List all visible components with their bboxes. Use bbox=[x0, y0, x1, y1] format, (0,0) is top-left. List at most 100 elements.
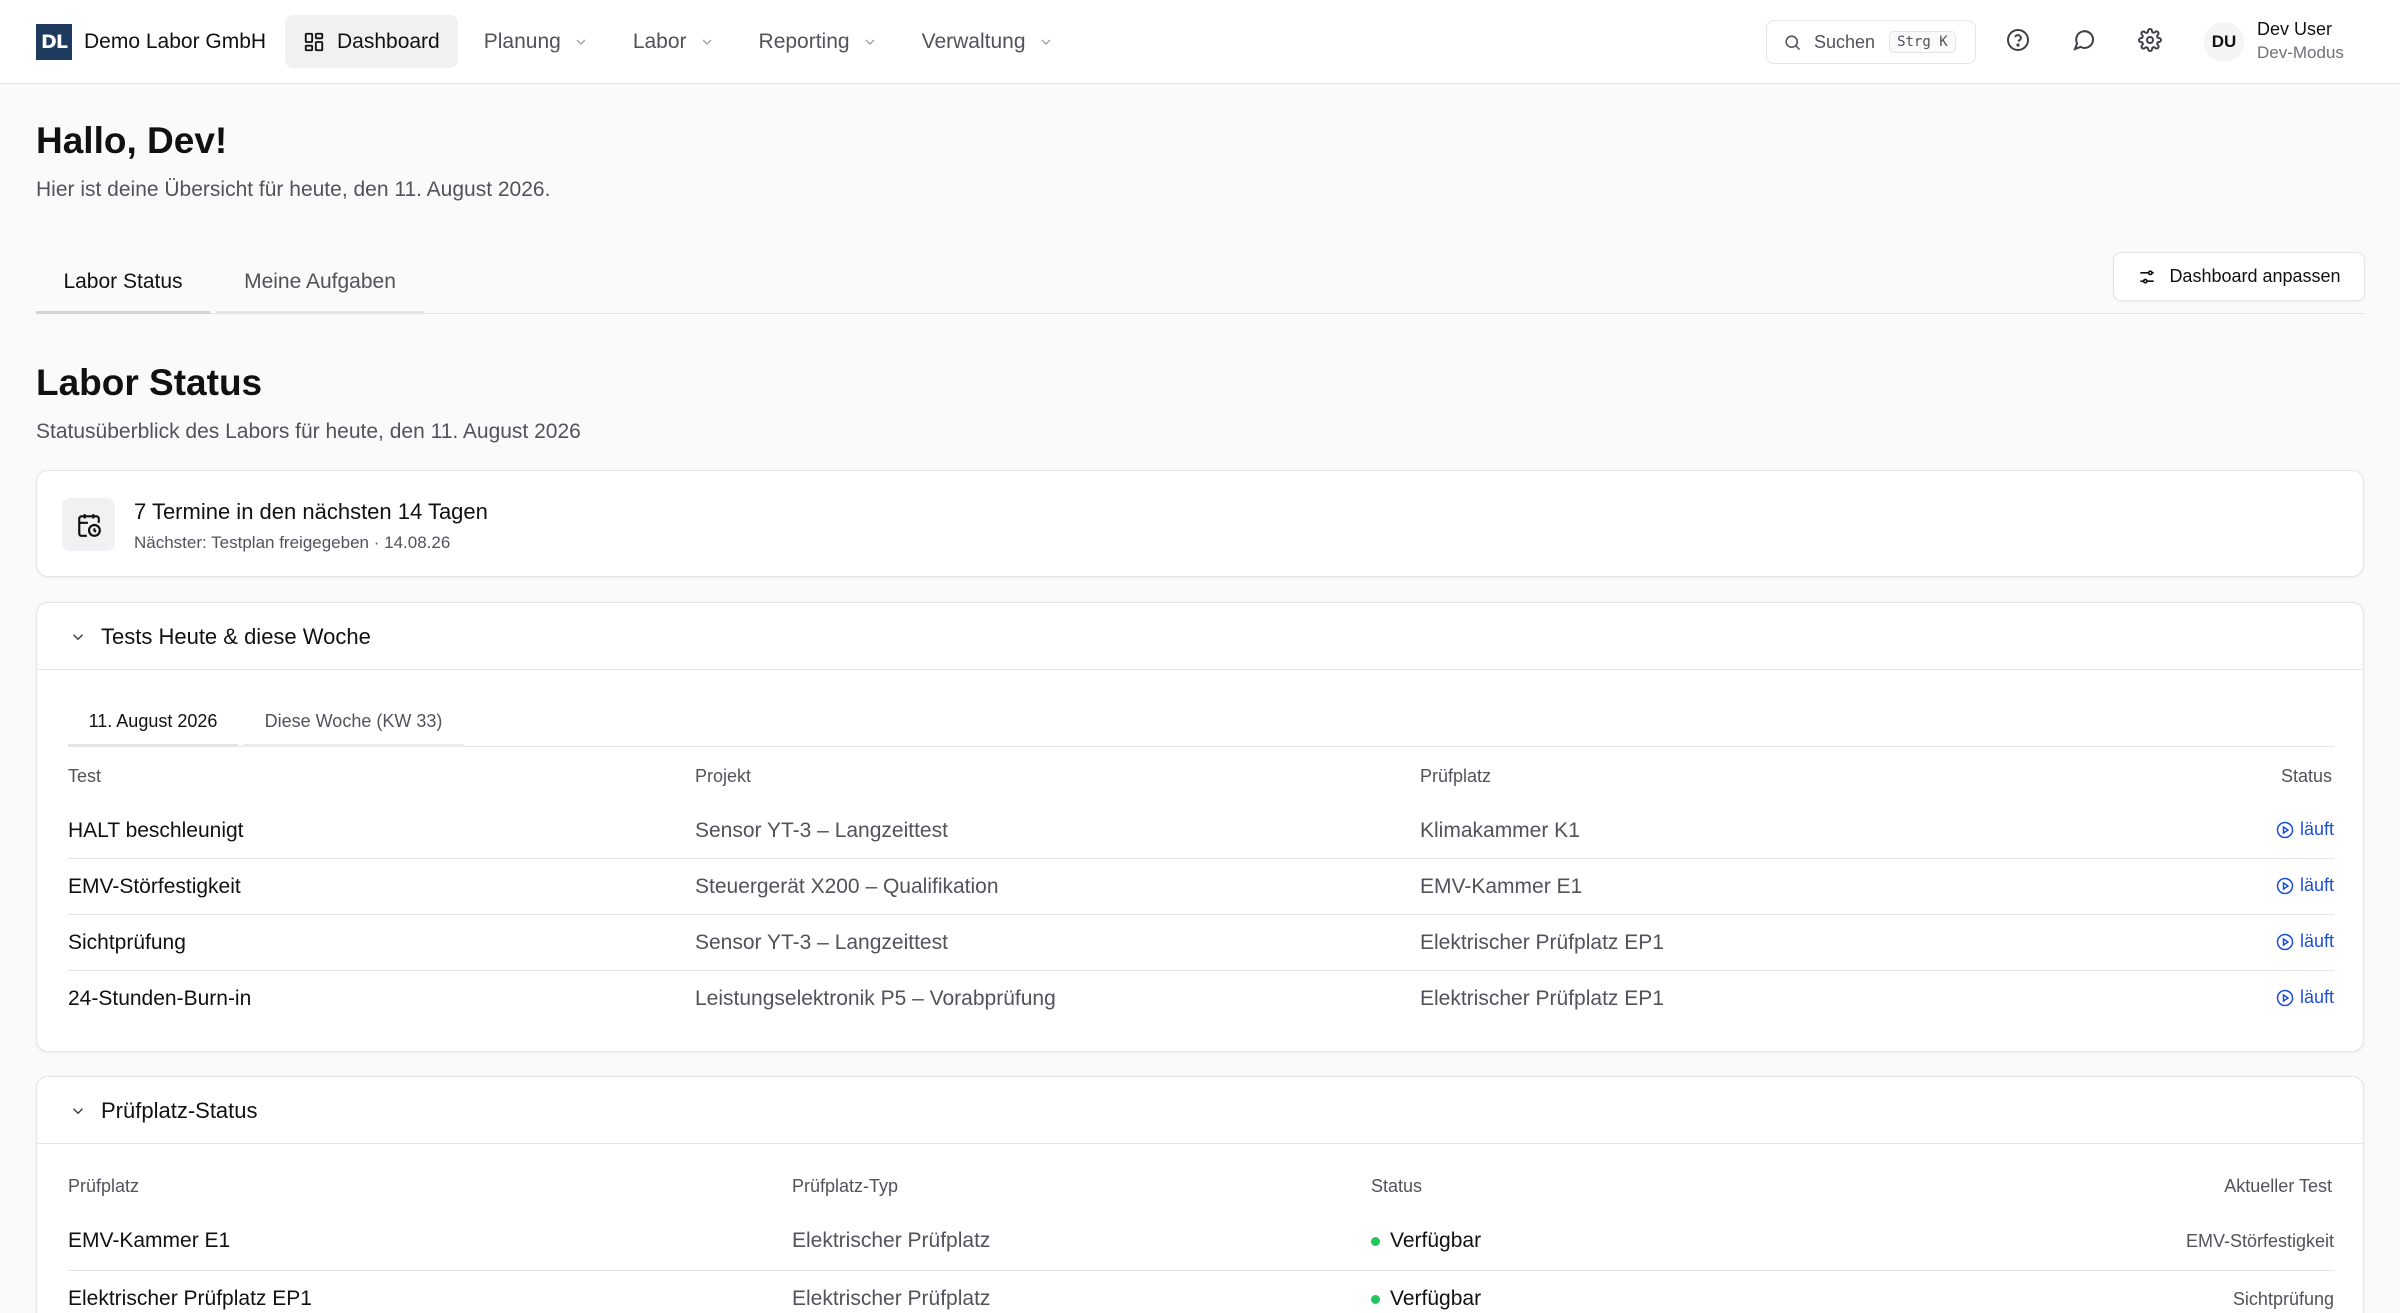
nav-item-label: Labor bbox=[632, 29, 687, 53]
stations-card-header[interactable]: Prüfplatz-Status bbox=[37, 1077, 2363, 1144]
status-badge[interactable]: läuft bbox=[2276, 987, 2334, 1008]
tab-this-week[interactable]: Diese Woche (KW 33) bbox=[243, 699, 464, 747]
test-name: EMV-Störfestigkeit bbox=[68, 875, 241, 898]
help-circle-icon bbox=[2006, 28, 2030, 57]
chevron-down-icon bbox=[862, 34, 878, 50]
column-header-current-test[interactable]: Aktueller Test bbox=[2224, 1176, 2332, 1197]
test-station: EMV-Kammer E1 bbox=[1420, 875, 1583, 898]
customize-dashboard-label: Dashboard anpassen bbox=[2169, 266, 2341, 286]
status-label: Verfügbar bbox=[1390, 1229, 1482, 1252]
brand-logo: DL bbox=[36, 24, 72, 60]
status-badge[interactable]: läuft bbox=[2276, 819, 2334, 840]
dashboard-tabs: Labor Status Meine Aufgaben bbox=[36, 252, 2364, 314]
appointments-next: Nächster: Testplan freigegeben · 14.08.2… bbox=[134, 533, 451, 552]
appointments-title: 7 Termine in den nächsten 14 Tagen bbox=[134, 499, 488, 524]
nav-item-reporting[interactable]: Reporting bbox=[741, 15, 896, 68]
column-header-status[interactable]: Status bbox=[2281, 766, 2332, 787]
tab-meine-aufgaben[interactable]: Meine Aufgaben bbox=[216, 252, 424, 314]
help-button[interactable] bbox=[2001, 25, 2035, 59]
top-navigation-bar: DL Demo Labor GmbH Dashboard Planung Lab… bbox=[0, 0, 2400, 84]
column-header-status[interactable]: Status bbox=[1371, 1176, 1422, 1197]
nav-item-planung[interactable]: Planung bbox=[466, 15, 607, 68]
status-label: läuft bbox=[2299, 819, 2334, 839]
message-circle-icon bbox=[2072, 28, 2096, 57]
chevron-down-icon bbox=[1038, 34, 1054, 50]
chevron-down-icon bbox=[573, 34, 589, 50]
status-label: läuft bbox=[2299, 931, 2334, 951]
test-name: HALT beschleunigt bbox=[68, 819, 244, 842]
calendar-clock-icon bbox=[62, 498, 115, 551]
status-badge: Verfügbar bbox=[1371, 1287, 1481, 1311]
settings-button[interactable] bbox=[2133, 25, 2167, 59]
test-project: Sensor YT-3 – Langzeittest bbox=[695, 931, 948, 954]
status-label: Verfügbar bbox=[1390, 1287, 1482, 1310]
nav-item-labor[interactable]: Labor bbox=[615, 15, 733, 68]
column-header-station[interactable]: Prüfplatz bbox=[68, 1176, 139, 1197]
table-row[interactable]: 24-Stunden-Burn-in Leistungselektronik P… bbox=[68, 971, 2334, 1027]
station-name: Elektrischer Prüfplatz EP1 bbox=[68, 1287, 312, 1310]
test-project: Steuergerät X200 – Qualifikation bbox=[695, 875, 999, 898]
tests-card-header[interactable]: Tests Heute & diese Woche bbox=[37, 603, 2363, 670]
test-name: 24-Stunden-Burn-in bbox=[68, 987, 252, 1010]
search-label: Suchen bbox=[1814, 31, 1876, 52]
table-row[interactable]: HALT beschleunigt Sensor YT-3 – Langzeit… bbox=[68, 803, 2334, 859]
messages-button[interactable] bbox=[2067, 25, 2101, 59]
play-circle-icon bbox=[2276, 877, 2294, 895]
avatar[interactable]: DU bbox=[2204, 22, 2244, 62]
status-label: läuft bbox=[2299, 875, 2334, 895]
status-label: läuft bbox=[2299, 987, 2334, 1007]
user-name: Dev User bbox=[2257, 19, 2333, 39]
user-menu[interactable]: Dev User Dev-Modus bbox=[2257, 19, 2344, 63]
tests-card: Tests Heute & diese Woche 11. August 202… bbox=[36, 602, 2364, 1052]
user-mode: Dev-Modus bbox=[2257, 43, 2344, 62]
status-badge: Verfügbar bbox=[1371, 1229, 1481, 1253]
nav-item-label: Planung bbox=[483, 29, 561, 53]
current-test[interactable]: Sichtprüfung bbox=[2233, 1289, 2334, 1310]
status-dot-icon bbox=[1371, 1236, 1380, 1246]
appointments-card[interactable]: 7 Termine in den nächsten 14 Tagen Nächs… bbox=[36, 470, 2364, 577]
page-subtitle: Hier ist deine Übersicht für heute, den … bbox=[36, 178, 551, 201]
search-shortcut: Strg K bbox=[1889, 31, 1956, 53]
nav-item-dashboard[interactable]: Dashboard bbox=[285, 15, 458, 68]
column-header-test[interactable]: Test bbox=[68, 766, 101, 787]
play-circle-icon bbox=[2276, 989, 2294, 1007]
status-badge[interactable]: läuft bbox=[2276, 875, 2334, 896]
tests-subtabs: 11. August 2026 Diese Woche (KW 33) bbox=[68, 699, 2334, 747]
table-row[interactable]: Sichtprüfung Sensor YT-3 – Langzeittest … bbox=[68, 915, 2334, 971]
column-header-type[interactable]: Prüfplatz-Typ bbox=[792, 1176, 898, 1197]
sliders-icon bbox=[2137, 267, 2157, 287]
brand[interactable]: DL Demo Labor GmbH bbox=[36, 24, 266, 60]
table-row[interactable]: Elektrischer Prüfplatz EP1 Elektrischer … bbox=[68, 1271, 2334, 1313]
gear-icon bbox=[2138, 27, 2162, 57]
station-type: Elektrischer Prüfplatz bbox=[792, 1287, 991, 1310]
play-circle-icon bbox=[2276, 933, 2294, 951]
stations-card-title: Prüfplatz-Status bbox=[101, 1098, 258, 1123]
current-test[interactable]: EMV-Störfestigkeit bbox=[2186, 1231, 2334, 1252]
stations-card: Prüfplatz-Status Prüfplatz Prüfplatz-Typ… bbox=[36, 1076, 2364, 1313]
table-row[interactable]: EMV-Kammer E1 Elektrischer Prüfplatz Ver… bbox=[68, 1213, 2334, 1271]
tab-labor-status[interactable]: Labor Status bbox=[36, 252, 210, 314]
column-header-station[interactable]: Prüfplatz bbox=[1420, 766, 1491, 787]
section-subtitle: Statusüberblick des Labors für heute, de… bbox=[36, 420, 581, 443]
nav-item-verwaltung[interactable]: Verwaltung bbox=[904, 15, 1072, 68]
test-project: Sensor YT-3 – Langzeittest bbox=[695, 819, 948, 842]
nav-item-label: Verwaltung bbox=[921, 29, 1026, 53]
test-station: Elektrischer Prüfplatz EP1 bbox=[1420, 987, 1664, 1010]
test-station: Elektrischer Prüfplatz EP1 bbox=[1420, 931, 1664, 954]
brand-name: Demo Labor GmbH bbox=[84, 30, 267, 53]
column-header-project[interactable]: Projekt bbox=[695, 766, 751, 787]
station-name: EMV-Kammer E1 bbox=[68, 1229, 231, 1252]
customize-dashboard-button[interactable]: Dashboard anpassen bbox=[2113, 252, 2365, 301]
chevron-down-icon bbox=[699, 34, 715, 50]
section-title: Labor Status bbox=[36, 362, 263, 403]
tests-card-title: Tests Heute & diese Woche bbox=[101, 624, 371, 649]
table-row[interactable]: EMV-Störfestigkeit Steuergerät X200 – Qu… bbox=[68, 859, 2334, 915]
tab-today[interactable]: 11. August 2026 bbox=[68, 699, 238, 747]
main-nav: Dashboard Planung Labor Reporting Verwal… bbox=[285, 15, 1080, 68]
chevron-down-icon bbox=[69, 628, 87, 646]
status-badge[interactable]: läuft bbox=[2276, 931, 2334, 952]
play-circle-icon bbox=[2276, 821, 2294, 839]
search-button[interactable]: Suchen Strg K bbox=[1766, 20, 1976, 64]
search-icon bbox=[1783, 33, 1802, 52]
test-station: Klimakammer K1 bbox=[1420, 819, 1580, 842]
